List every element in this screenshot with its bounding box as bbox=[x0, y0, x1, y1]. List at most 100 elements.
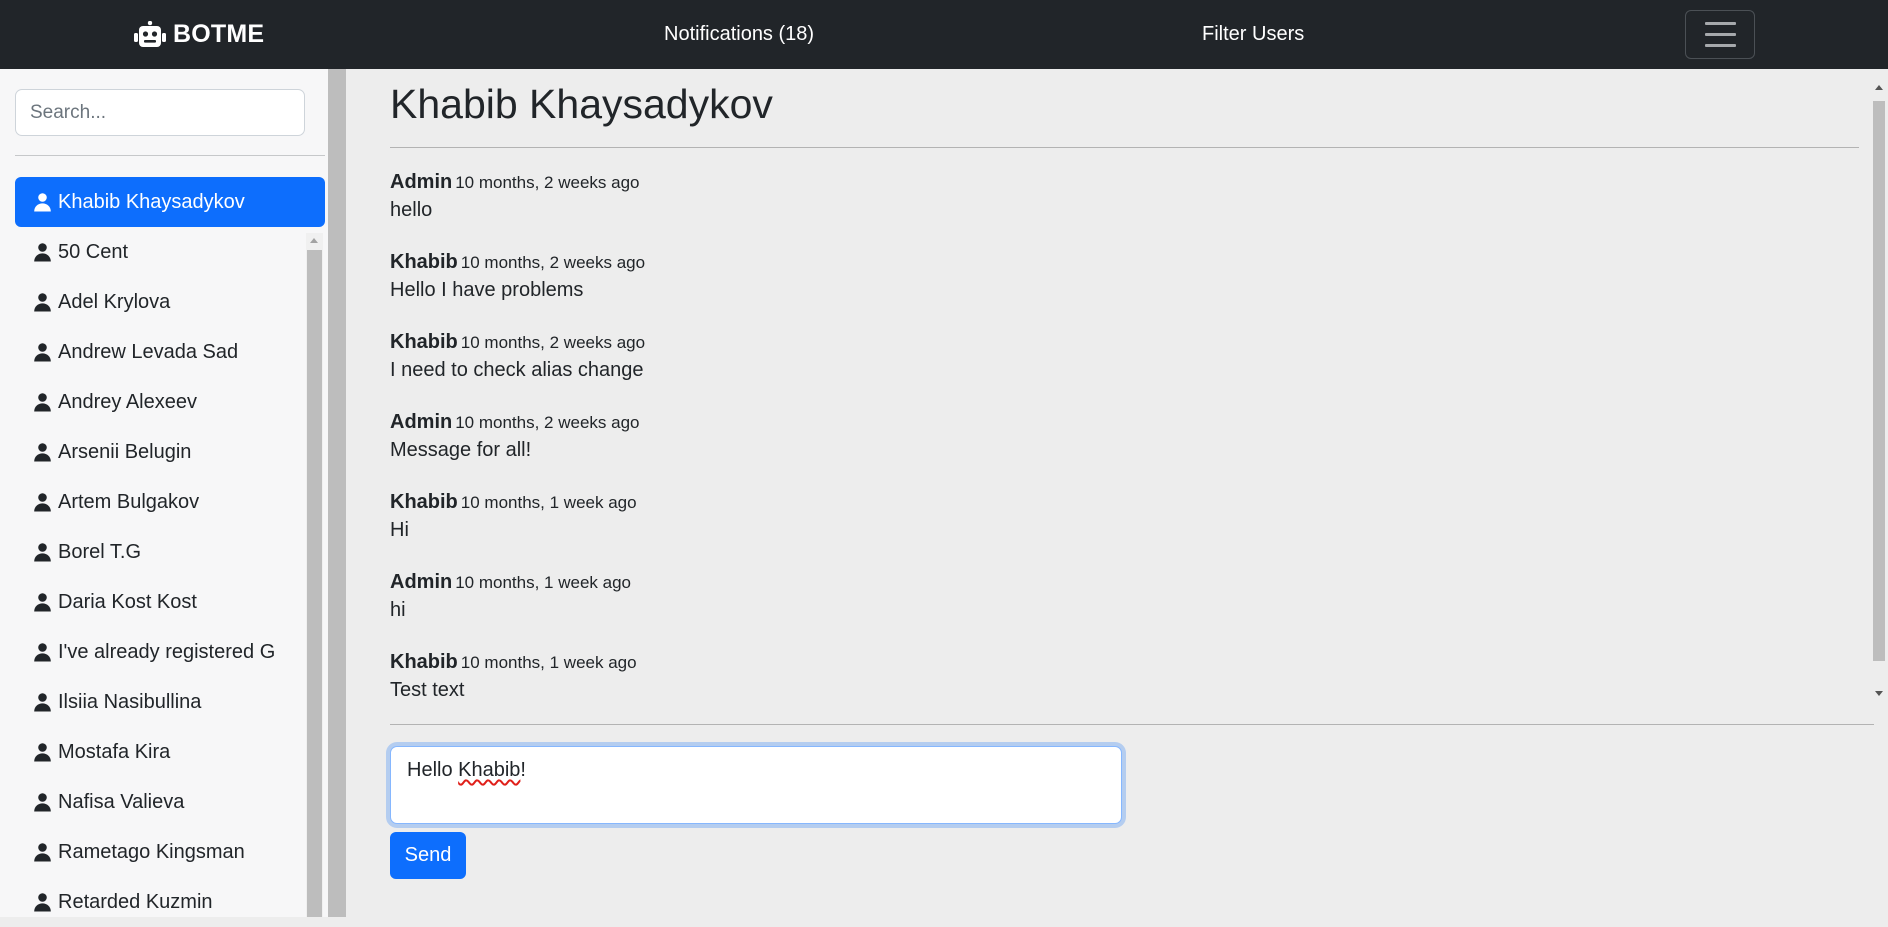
filter-users-link[interactable]: Filter Users bbox=[1202, 0, 1304, 69]
hamburger-menu-icon bbox=[1704, 22, 1736, 25]
notifications-link[interactable]: Notifications (18) bbox=[664, 0, 814, 69]
message-header: Admin 10 months, 2 weeks ago bbox=[390, 171, 1790, 194]
user-list-item[interactable]: Adel Krylova bbox=[15, 277, 325, 327]
chat-message: Admin 10 months, 2 weeks ago hello bbox=[390, 171, 1790, 222]
person-icon bbox=[34, 643, 51, 662]
user-name: 50 Cent bbox=[58, 240, 129, 263]
conversation-panel: Khabib Khaysadykov Admin 10 months, 2 wee… bbox=[346, 69, 1888, 917]
page-title: Khabib Khaysadykov bbox=[390, 81, 773, 127]
user-list-scrollbar[interactable] bbox=[306, 233, 323, 917]
person-icon bbox=[34, 793, 51, 812]
message-text: I need to check alias change bbox=[390, 359, 644, 381]
user-list-item[interactable]: 50 Cent bbox=[15, 227, 325, 277]
message-header: Admin 10 months, 2 weeks ago bbox=[390, 411, 1790, 434]
chat-message: Khabib 10 months, 1 week ago Hi bbox=[390, 491, 1790, 542]
user-name: Borel T.G bbox=[58, 540, 141, 563]
sidebar-divider bbox=[15, 155, 325, 156]
person-icon bbox=[34, 743, 51, 762]
person-icon bbox=[34, 343, 51, 362]
compose-text-end: ! bbox=[520, 759, 526, 781]
user-list-item[interactable]: Mostafa Kira bbox=[15, 727, 325, 777]
message-header: Khabib 10 months, 1 week ago bbox=[390, 651, 1790, 674]
compose-text: Hello bbox=[407, 759, 459, 781]
message-author: Khabib bbox=[390, 331, 458, 353]
robot-icon bbox=[134, 20, 166, 47]
user-name: Ilsiia Nasibullina bbox=[58, 690, 202, 713]
message-timestamp: 10 months, 1 week ago bbox=[455, 573, 631, 592]
person-icon bbox=[34, 193, 51, 212]
user-list-item[interactable]: Andrew Levada Sad bbox=[15, 327, 325, 377]
user-list-item[interactable]: Rametago Kingsman bbox=[15, 827, 325, 877]
top-navbar: BOTME Notifications (18) Filter Users bbox=[0, 0, 1888, 69]
title-divider bbox=[390, 147, 1859, 148]
scroll-up-arrow-icon[interactable] bbox=[1875, 85, 1883, 90]
chat-message: Admin 10 months, 1 week ago hi bbox=[390, 571, 1790, 622]
message-author: Khabib bbox=[390, 251, 458, 273]
message-timestamp: 10 months, 2 weeks ago bbox=[455, 413, 640, 432]
message-timestamp: 10 months, 1 week ago bbox=[460, 653, 637, 672]
chat-message: Khabib 10 months, 2 weeks ago I need to ch… bbox=[390, 331, 1790, 382]
hamburger-menu-icon bbox=[1704, 44, 1736, 47]
person-icon bbox=[34, 843, 51, 862]
user-list-item[interactable]: Nafisa Valieva bbox=[15, 777, 325, 827]
message-header: Khabib 10 months, 2 weeks ago bbox=[390, 251, 1790, 274]
message-author: Khabib bbox=[390, 651, 458, 673]
compose-divider bbox=[390, 724, 1874, 725]
user-list-item[interactable]: Retarded Kuzmin bbox=[15, 877, 325, 927]
scrollbar-thumb[interactable] bbox=[1873, 101, 1885, 661]
message-text: Hello I have problems bbox=[390, 279, 584, 301]
user-list-item[interactable]: Khabib Khaysadykov bbox=[15, 177, 325, 227]
message-text: Test text bbox=[390, 679, 465, 701]
user-name: Artem Bulgakov bbox=[58, 490, 200, 513]
user-sidebar: Khabib Khaysadykov 50 Cent Adel Krylova And… bbox=[0, 69, 346, 917]
message-list-scrollbar[interactable] bbox=[1873, 83, 1888, 705]
message-textarea[interactable]: Hello Khabib! bbox=[390, 746, 1122, 824]
navbar-toggler-button[interactable] bbox=[1685, 10, 1755, 59]
user-name: Nafisa Valieva bbox=[58, 790, 185, 813]
message-timestamp: 10 months, 2 weeks ago bbox=[455, 173, 640, 192]
user-list-item[interactable]: I've already registered G bbox=[15, 627, 325, 677]
message-timestamp: 10 months, 1 week ago bbox=[460, 493, 637, 512]
message-text: Message for all! bbox=[390, 439, 532, 461]
person-icon bbox=[34, 693, 51, 712]
person-icon bbox=[34, 493, 51, 512]
sidebar-scrollbar-track[interactable] bbox=[328, 69, 346, 917]
message-timestamp: 10 months, 2 weeks ago bbox=[460, 333, 646, 352]
chat-message: Khabib 10 months, 1 week ago Test text bbox=[390, 651, 1790, 702]
send-button[interactable]: Send bbox=[390, 832, 466, 879]
chat-message: Khabib 10 months, 2 weeks ago Hello I have… bbox=[390, 251, 1790, 302]
user-name: Khabib Khaysadykov bbox=[58, 190, 245, 213]
user-list-item[interactable]: Borel T.G bbox=[15, 527, 325, 577]
scroll-up-arrow-icon[interactable] bbox=[310, 238, 318, 243]
message-author: Khabib bbox=[390, 491, 458, 513]
hamburger-menu-icon bbox=[1704, 33, 1736, 36]
user-name: Rametago Kingsman bbox=[58, 840, 245, 863]
user-name: I've already registered G bbox=[58, 640, 276, 663]
brand-name: BOTME bbox=[173, 20, 265, 48]
person-icon bbox=[34, 443, 51, 462]
message-text: hello bbox=[390, 199, 433, 221]
message-header: Khabib 10 months, 2 weeks ago bbox=[390, 331, 1790, 354]
brand-link[interactable]: BOTME bbox=[134, 0, 264, 69]
user-list-item[interactable]: Andrey Alexeev bbox=[15, 377, 325, 427]
message-author: Admin bbox=[390, 571, 453, 593]
user-list-item[interactable]: Ilsiia Nasibullina bbox=[15, 677, 325, 727]
scrollbar-thumb[interactable] bbox=[307, 250, 322, 917]
message-text: hi bbox=[390, 599, 406, 621]
search-input[interactable] bbox=[15, 89, 305, 136]
message-timestamp: 10 months, 2 weeks ago bbox=[460, 253, 646, 272]
message-header: Khabib 10 months, 1 week ago bbox=[390, 491, 1790, 514]
user-list-item[interactable]: Daria Kost Kost bbox=[15, 577, 325, 627]
scroll-down-arrow-icon[interactable] bbox=[1875, 691, 1883, 696]
person-icon bbox=[34, 893, 51, 912]
user-name: Mostafa Kira bbox=[58, 740, 171, 763]
user-name: Retarded Kuzmin bbox=[58, 890, 213, 913]
user-list-item[interactable]: Arsenii Belugin bbox=[15, 427, 325, 477]
user-name: Daria Kost Kost bbox=[58, 590, 197, 613]
person-icon bbox=[34, 293, 51, 312]
person-icon bbox=[34, 593, 51, 612]
user-name: Andrey Alexeev bbox=[58, 390, 197, 413]
user-list-item[interactable]: Artem Bulgakov bbox=[15, 477, 325, 527]
user-name: Adel Krylova bbox=[58, 290, 171, 313]
message-author: Admin bbox=[390, 171, 453, 193]
